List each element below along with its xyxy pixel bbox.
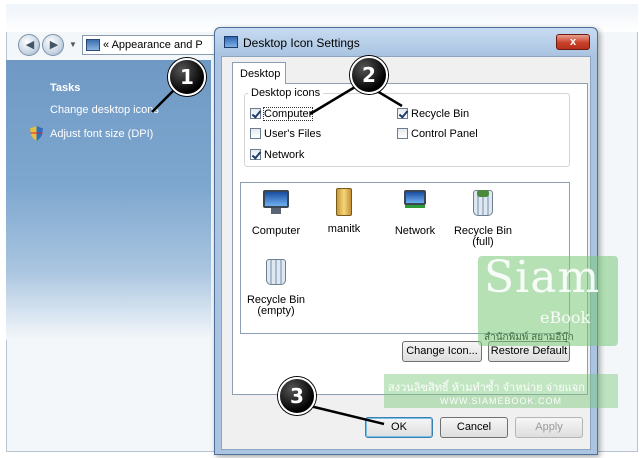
callout-2: 2 [350,56,388,94]
callout-3-arrow [309,404,385,426]
tab-desktop[interactable]: Desktop [232,62,286,84]
callout-3: 3 [278,377,316,415]
callout-arrows [151,82,403,426]
callout-1: 1 [168,58,206,96]
callout-2-arrow-a [309,82,361,116]
callout-1-arrow [151,89,175,113]
